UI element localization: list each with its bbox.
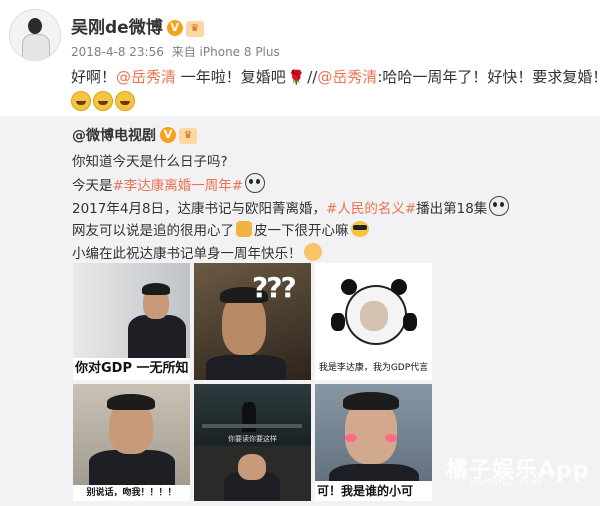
person-face [238,454,266,480]
panda-hand [331,313,345,331]
post-meta: 2018-4-8 23:56 来自 iPhone 8 Plus [71,43,280,60]
repost-line-3-prefix: 2017年4月8日，达康书记与欧阳菁离婚， [72,201,327,217]
post-timestamp[interactable]: 2018-4-8 23:56 [71,45,164,59]
repost-line-5: 小编在此祝达康书记单身一周年快乐！ [72,242,322,262]
post-text-suffix: :哈哈一周年了！好快！要求复婚！ [377,68,600,86]
image-thumbnail-2[interactable]: ??? [194,263,311,380]
image-caption-1: 你对GDP 一无所知 [73,358,190,380]
post-source[interactable]: iPhone 8 Plus [200,45,280,59]
image-thumbnail-3[interactable]: 我是李达康，我为GDP代言 [315,263,432,380]
repost-line-2: 今天是#李达康离婚一周年# [72,173,266,194]
repost-line-3: 2017年4月8日，达康书记与欧阳菁离婚，#人民的名义#播出第18集 [72,196,510,217]
laugh-cry-icon [93,91,113,111]
laugh-cry-icon [71,91,91,111]
person-face [360,301,388,331]
blush-mark [385,434,397,442]
person-hair [142,283,170,295]
laugh-cry-icon [115,91,135,111]
panda-hand [403,313,417,331]
image-thumbnail-5[interactable]: 你要读你要这样 [194,384,311,501]
panda-ear [341,279,357,295]
repost-line-2-prefix: 今天是 [72,178,113,194]
topic-link-drama[interactable]: #人民的名义# [326,201,416,217]
author-name-text[interactable]: 吴刚de微博 [71,18,163,38]
repost-line-3-suffix: 播出第18集 [416,201,488,217]
image-thumbnail-1[interactable]: 你对GDP 一无所知 [73,263,190,380]
rose-icon: 🌹 [287,70,306,86]
topic-link-divorce[interactable]: #李达康离婚一周年# [113,178,244,194]
author-avatar[interactable] [9,9,61,61]
question-marks: ??? [252,271,297,304]
repost-author-text[interactable]: @微博电视剧 [72,128,156,144]
vip-icon: ♛ [185,21,204,37]
image-rail [202,424,302,428]
verified-icon: V [166,20,183,36]
image-caption-3: 我是李达康，我为GDP代言 [318,363,429,373]
mention-link-2[interactable]: @岳秀清 [317,68,377,86]
person-hair [343,392,399,410]
repost-author[interactable]: @微博电视剧 V ♛ [72,125,197,145]
source-prefix: 来自 [171,45,196,59]
image-caption-4: 别说话，吻我！！！！ [73,485,190,501]
thumb-up-icon [236,221,252,237]
mention-link-1[interactable]: @岳秀清 [116,68,176,86]
image-thumbnail-6[interactable]: 可！我是谁的小可 [315,384,432,501]
panda-icon [245,173,266,193]
avatar-body [22,34,50,60]
vip-icon: ♛ [179,128,197,144]
blush-mark [345,434,357,442]
person-figure [89,450,175,490]
repost-separator: // [307,68,318,86]
image-caption-5: 你要读你要这样 [228,435,277,443]
image-thumbnail-4[interactable]: 别说话，吻我！！！！ [73,384,190,501]
post-text-prefix: 好啊！ [71,68,117,86]
emoji-row [71,91,137,115]
cheer-icon [303,243,322,261]
repost-line-4-prefix: 网友可以说是追的很用心了 [72,223,234,239]
verified-icon: V [160,127,176,143]
post-text: 好啊！@岳秀清 一年啦！复婚吧 🌹//@岳秀清:哈哈一周年了！好快！要求复婚！ [71,66,600,87]
panda-icon [489,196,510,216]
person-figure [206,355,286,380]
image-caption-6: 可！我是谁的小可 [315,481,432,501]
repost-line-4: 网友可以说是追的很用心了 皮一下很开心嘛 [72,219,369,239]
sunglasses-icon [350,221,369,237]
watermark-subtitle: HAPPYJUZI.COM [470,479,541,489]
post-text-mid: 一年啦！复婚吧 [176,68,286,86]
repost-line-5-text: 小编在此祝达康书记单身一周年快乐！ [72,246,302,262]
author-name[interactable]: 吴刚de微博 V ♛ [71,13,204,38]
avatar-head [28,18,42,34]
panda-ear [391,279,407,295]
person-figure [128,315,186,360]
repost-line-1: 你知道今天是什么日子吗? [72,154,228,170]
repost-line-4-suffix: 皮一下很开心嘛 [254,223,349,239]
person-hair [107,394,155,410]
